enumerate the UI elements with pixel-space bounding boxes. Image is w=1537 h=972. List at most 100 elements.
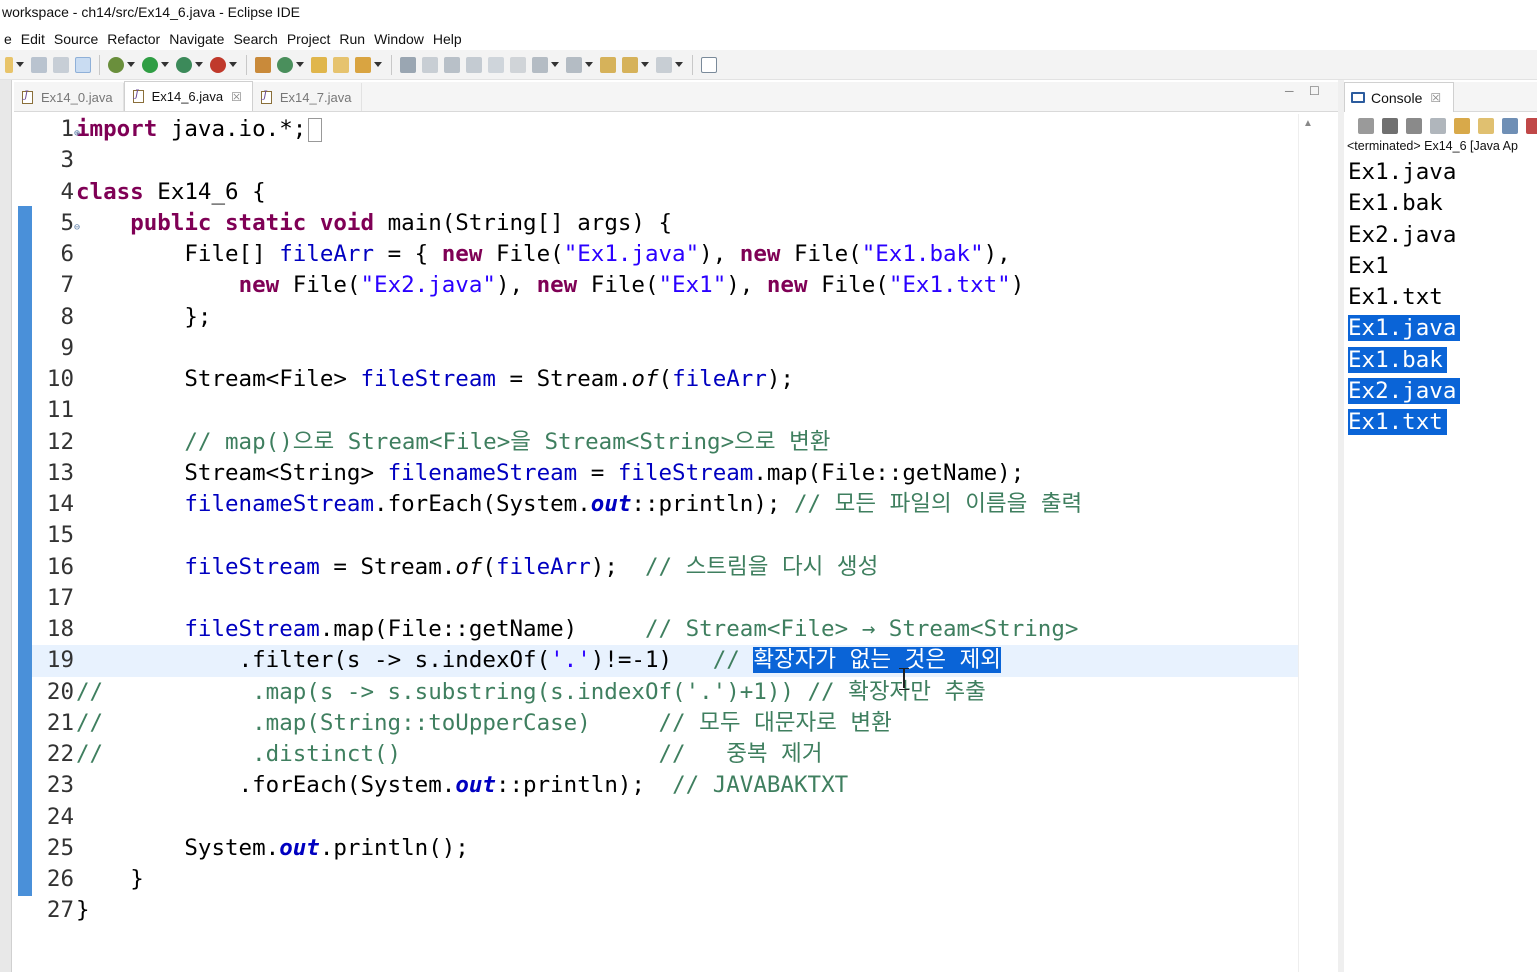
menu-navigate[interactable]: Navigate <box>165 31 228 47</box>
terminate-icon[interactable] <box>1358 118 1374 134</box>
open-type-icon[interactable] <box>311 56 327 73</box>
remove-all-terminated-icon[interactable] <box>1406 118 1422 134</box>
code-line-22: 22// .distinct() // 중복 제거 <box>32 739 1302 770</box>
word-wrap-icon[interactable] <box>1478 118 1494 134</box>
open-console-icon[interactable] <box>1526 118 1537 134</box>
variable: filenameStream <box>184 491 375 517</box>
forward-dropdown-icon[interactable] <box>675 62 683 67</box>
close-icon[interactable]: ☒ <box>231 90 242 104</box>
save-all-icon[interactable] <box>53 56 69 73</box>
run-dropdown-icon[interactable] <box>161 62 169 67</box>
last-edit-location-icon[interactable] <box>600 56 616 73</box>
menu-edit[interactable]: Edit <box>17 31 49 47</box>
new-java-class-icon[interactable] <box>277 56 293 73</box>
tab-ex14-6[interactable]: Ex14_6.java ☒ <box>123 81 253 111</box>
java-file-icon <box>260 90 272 104</box>
forward-icon[interactable] <box>656 56 672 73</box>
editor-scrollbar[interactable] <box>1298 114 1316 972</box>
java-file-icon <box>22 90 33 104</box>
code-line-19: 19 .filter(s -> s.indexOf('.')!=-1) // 확… <box>32 645 1302 677</box>
comment: // .distinct() // 중복 제거 <box>76 741 823 767</box>
code-line-6: 6 File[] fileArr = { new File("Ex1.java"… <box>32 239 1302 270</box>
line-number: 17 <box>46 584 74 611</box>
code-editor[interactable]: 1 ⊕ import java.io.*; 3 4class Ex14_6 { 5 ⊖… <box>32 114 1302 927</box>
back-icon[interactable] <box>622 56 638 73</box>
code-text: ( <box>658 366 673 392</box>
line-number: 21 <box>46 709 74 736</box>
tab-label: Ex14_0.java <box>41 89 113 105</box>
menu-refactor[interactable]: Refactor <box>103 31 164 47</box>
string-literal: "Ex1.txt" <box>888 272 1011 299</box>
new-class-dropdown-icon[interactable] <box>296 62 304 67</box>
open-perspective-icon[interactable] <box>701 56 717 73</box>
keyword: class <box>76 178 144 205</box>
console-line: Ex1.txt <box>1348 284 1443 310</box>
new-dropdown-icon[interactable] <box>16 62 24 67</box>
coverage-icon[interactable] <box>176 56 192 73</box>
menu-project[interactable]: Project <box>283 31 335 47</box>
code-text: ) <box>1010 272 1025 299</box>
coverage-dropdown-icon[interactable] <box>195 62 203 67</box>
toggle-edit-mode-icon[interactable] <box>422 56 438 73</box>
next-annotation-dropdown-icon[interactable] <box>551 62 559 67</box>
menu-source[interactable]: Source <box>50 31 102 47</box>
display-selected-console-icon[interactable] <box>1502 118 1518 134</box>
toggle-mark-occurrences-icon[interactable] <box>75 56 91 73</box>
tab-label: Ex14_6.java <box>151 89 224 104</box>
line-number: 4 <box>60 178 74 205</box>
menu-window[interactable]: Window <box>370 31 428 47</box>
code-line-4: 4class Ex14_6 { <box>32 177 1302 208</box>
variable: fileStream <box>184 616 320 642</box>
variable: fileStream <box>184 553 320 580</box>
code-line-16: 16 fileStream = Stream.of(fileArr); // 스… <box>32 552 1302 583</box>
code-text: File( <box>807 272 889 299</box>
code-line-13: 13 Stream<String> filenameStream = fileS… <box>32 458 1302 489</box>
line-number: 16 <box>46 553 74 580</box>
menu-file[interactable]: e <box>0 31 16 47</box>
external-tools-dropdown-icon[interactable] <box>229 62 237 67</box>
minimize-icon[interactable]: ─ <box>1285 84 1294 98</box>
debug-icon[interactable] <box>108 56 124 73</box>
toggle-breadcrumb-icon[interactable] <box>400 56 416 73</box>
keyword: new <box>536 272 578 299</box>
folded-imports-box[interactable] <box>308 117 323 142</box>
next-annotation-icon[interactable] <box>532 56 548 73</box>
back-dropdown-icon[interactable] <box>641 62 649 67</box>
previous-annotation-icon[interactable] <box>566 56 582 73</box>
code-text: = { <box>374 241 442 267</box>
run-icon[interactable] <box>142 56 158 73</box>
tab-ex14-0[interactable]: Ex14_0.java <box>14 83 124 111</box>
clear-console-icon[interactable] <box>1430 118 1446 134</box>
console-output[interactable]: Ex1.java Ex1.bak Ex2.java Ex1 Ex1.txt Ex… <box>1348 157 1461 438</box>
console-line-selected: Ex2.java <box>1348 376 1461 407</box>
search-dropdown-icon[interactable] <box>374 62 382 67</box>
tab-ex14-7[interactable]: Ex14_7.java <box>253 83 363 111</box>
new-icon[interactable] <box>5 56 13 73</box>
keyword: public static void <box>130 209 375 236</box>
console-line: Ex1.bak <box>1348 190 1443 217</box>
scroll-up-icon[interactable]: ▲ <box>1303 118 1313 129</box>
menu-help[interactable]: Help <box>429 31 466 47</box>
menu-run[interactable]: Run <box>335 31 369 47</box>
tab-console[interactable]: Console ☒ <box>1344 82 1454 112</box>
remove-launch-icon[interactable] <box>1382 118 1398 134</box>
new-java-package-icon[interactable] <box>255 56 271 73</box>
show-whitespace-icon[interactable] <box>488 56 504 73</box>
menu-search[interactable]: Search <box>229 31 281 47</box>
keyword: new <box>766 272 808 299</box>
maximize-icon[interactable]: ☐ <box>1309 84 1320 98</box>
close-icon[interactable]: ☒ <box>1430 91 1441 105</box>
previous-annotation-dropdown-icon[interactable] <box>585 62 593 67</box>
search-icon[interactable] <box>355 56 371 73</box>
pilcrow-icon[interactable] <box>510 56 526 73</box>
comment: // map()으로 Stream<File>을 Stream<String>으… <box>184 428 831 455</box>
code-text: File[] <box>184 241 280 267</box>
save-icon[interactable] <box>31 56 47 73</box>
word-wrap-icon[interactable] <box>466 56 482 73</box>
scroll-lock-icon[interactable] <box>1454 118 1470 134</box>
external-tools-icon[interactable] <box>210 56 226 73</box>
toggle-block-selection-icon[interactable] <box>444 56 460 73</box>
debug-dropdown-icon[interactable] <box>127 62 135 67</box>
selected-comment-text: 확장자가 없는 것은 제외 <box>753 647 1001 674</box>
open-task-icon[interactable] <box>333 56 349 73</box>
